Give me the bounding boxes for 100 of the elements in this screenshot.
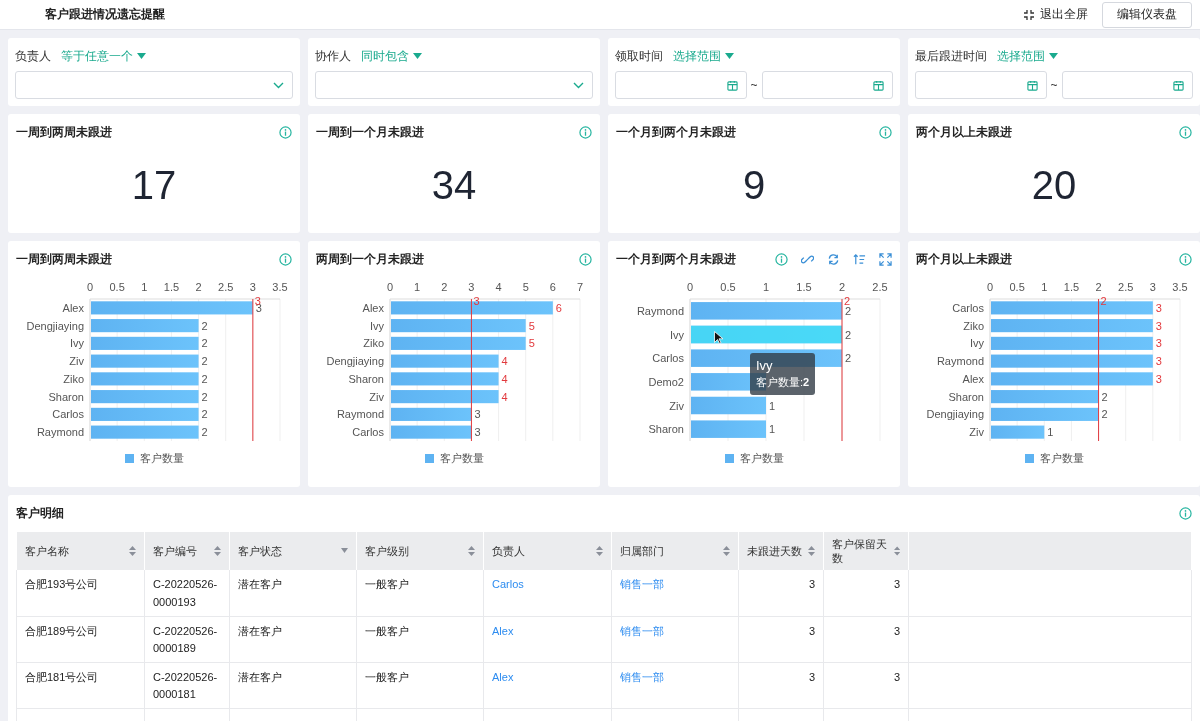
value-label: 2 — [1101, 390, 1108, 403]
column-header[interactable]: 负责人 — [483, 532, 612, 570]
category-label: Carlos — [952, 301, 984, 314]
tick-label: 2 — [195, 281, 202, 293]
link-cell[interactable]: Alex — [483, 662, 612, 708]
sort-icon[interactable] — [853, 252, 866, 266]
category-label: Sharon — [348, 372, 384, 385]
tick-label: 0 — [386, 281, 394, 293]
date-field[interactable] — [1061, 71, 1193, 99]
category-label: Dengjiaying — [26, 319, 84, 332]
filter-caret-icon — [341, 548, 348, 554]
info-icon[interactable] — [579, 126, 592, 139]
tick-label: 1 — [762, 281, 770, 293]
chart-title: 一周到两周未跟进 — [16, 250, 113, 268]
legend-label[interactable]: 客户数量 — [739, 451, 784, 466]
section-title: 客户明细 — [16, 505, 64, 522]
column-header[interactable]: 客户编号 — [144, 532, 230, 570]
column-header[interactable]: 未跟进天数 — [738, 532, 824, 570]
link-cell[interactable]: 销售一部 — [611, 616, 739, 662]
refresh-icon[interactable] — [827, 252, 840, 266]
link-cell[interactable]: 销售一部 — [611, 662, 739, 708]
table-cell: 3 — [738, 616, 824, 662]
table-cell: 潜在客户 — [229, 570, 357, 616]
link-cell[interactable]: Carlos — [483, 570, 612, 616]
chevron-down-icon — [273, 81, 284, 89]
category-label: Raymond — [636, 304, 684, 317]
fullscreen-icon[interactable] — [879, 252, 892, 266]
card-title: 一个月到两个月未跟进 — [616, 124, 736, 141]
value-label: 2 — [845, 352, 852, 365]
value-label: 3 — [1155, 301, 1162, 314]
info-icon[interactable] — [775, 252, 788, 266]
reference-label: 2 — [1100, 295, 1107, 307]
category-label: Ziv — [69, 355, 84, 368]
chart-title: 两周到一个月未跟进 — [316, 250, 425, 268]
category-label: Alex — [362, 301, 384, 314]
tick-label: 7 — [576, 281, 584, 293]
value-label: 2 — [845, 328, 852, 341]
tick-label: 0.5 — [109, 281, 125, 293]
legend-label[interactable]: 客户数量 — [1039, 451, 1084, 466]
select-field[interactable] — [315, 71, 593, 99]
link-cell[interactable]: 销售一部 — [611, 570, 739, 616]
info-icon[interactable] — [879, 126, 892, 139]
range-separator: ~ — [750, 78, 758, 92]
filter-label: 负责人 — [15, 47, 51, 65]
edit-dashboard-button[interactable]: 编辑仪表盘 — [1102, 1, 1192, 28]
column-header[interactable]: 归属部门 — [611, 532, 739, 570]
value-label: 3 — [1155, 372, 1162, 385]
link-cell[interactable]: Alex — [483, 616, 612, 662]
tick-label: 6 — [549, 281, 556, 293]
tick-label: 3.5 — [1172, 281, 1188, 293]
reference-label: 2 — [844, 295, 851, 307]
info-icon[interactable] — [579, 252, 592, 266]
info-icon[interactable] — [279, 126, 292, 139]
table-cell: C-20220526-0000189 — [144, 616, 230, 662]
value-label: 2 — [201, 390, 208, 403]
column-header[interactable]: 客户级别 — [356, 532, 484, 570]
tick-label: 0 — [86, 281, 94, 293]
tick-label: 4 — [495, 281, 502, 293]
value-label: 2 — [201, 372, 208, 385]
column-header[interactable]: 客户状态 — [229, 532, 357, 570]
date-field[interactable] — [615, 71, 747, 99]
metric-value: 17 — [130, 163, 178, 208]
value-label: 3 — [1155, 355, 1162, 368]
value-label: 2 — [845, 304, 852, 317]
category-label: Ivy — [369, 319, 384, 332]
info-icon[interactable] — [279, 252, 292, 266]
tooltip-value: 客户数量:2 — [756, 375, 810, 391]
sort-icon — [723, 546, 730, 556]
metric-value: 20 — [1030, 163, 1078, 208]
exit-fullscreen-button[interactable]: 退出全屏 — [1023, 6, 1088, 23]
value-label: 2 — [201, 355, 208, 368]
table-cell: 3 — [823, 662, 909, 708]
table-cell: 3 — [823, 616, 909, 662]
value-label: 2 — [201, 319, 208, 332]
table-cell: C-20220526-0000181 — [144, 662, 230, 708]
tick-label: 1.5 — [163, 281, 180, 293]
sort-icon — [596, 546, 603, 556]
info-icon[interactable] — [1179, 252, 1192, 266]
collapse-icon — [1023, 8, 1035, 21]
category-label: Ziv — [969, 426, 984, 439]
date-field[interactable] — [915, 71, 1047, 99]
date-field[interactable] — [761, 71, 893, 99]
category-label: Ziv — [669, 399, 684, 412]
select-field[interactable] — [15, 71, 293, 99]
category-label: Raymond — [936, 355, 984, 368]
card-title: 一周到一个月未跟进 — [316, 124, 424, 141]
filter-label: 协作人 — [315, 47, 351, 65]
caret-icon — [1049, 53, 1058, 59]
table-cell: C-20220526-0000193 — [144, 570, 230, 616]
legend-label[interactable]: 客户数量 — [139, 451, 184, 466]
tick-label: 3.5 — [272, 281, 288, 293]
category-label: Sharon — [948, 390, 984, 403]
table-cell: 一般客户 — [356, 570, 484, 616]
legend-label[interactable]: 客户数量 — [439, 451, 484, 466]
value-label: 5 — [528, 319, 535, 332]
info-icon[interactable] — [1179, 126, 1192, 139]
column-header[interactable]: 客户保留天数 — [823, 532, 909, 570]
value-label: 5 — [528, 337, 535, 350]
info-icon[interactable] — [1179, 507, 1192, 520]
column-header[interactable]: 客户名称 — [16, 532, 145, 570]
